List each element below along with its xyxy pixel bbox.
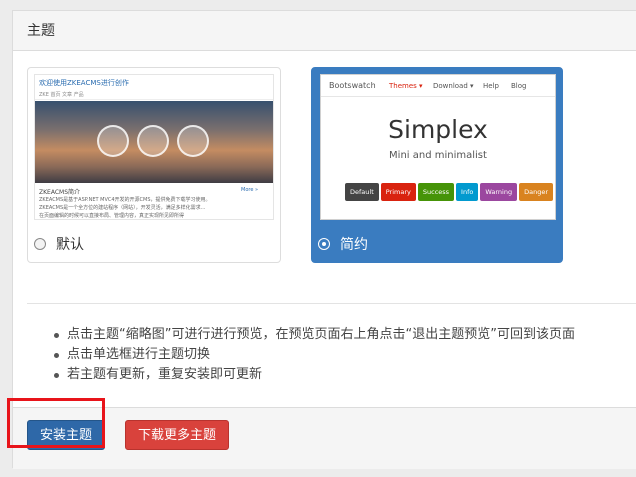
theme-card-default: 欢迎使用ZKEACMS进行创作 ZKE 首页 文章 产品 ZKEACMS简介 M… — [27, 67, 281, 263]
preview-nav-item: Help — [483, 82, 499, 90]
panel-title: 主题 — [13, 11, 636, 51]
section-divider — [27, 303, 636, 304]
preview-nav-item: Download ▾ — [433, 82, 474, 90]
preview-subtitle: Mini and minimalist — [389, 150, 487, 161]
download-more-themes-button[interactable]: 下载更多主题 — [125, 420, 230, 450]
tip-item: 点击单选框进行主题切换 — [54, 345, 575, 365]
theme-card-simplex: Bootswatch Themes ▾ Download ▾ Help Blog… — [311, 67, 563, 263]
theme-name-default: 默认 — [56, 237, 84, 253]
preview-brand: Bootswatch — [329, 81, 376, 90]
preview-title: Simplex — [388, 115, 488, 144]
theme-radio-default[interactable] — [34, 238, 46, 250]
preview-hero-image — [35, 101, 273, 183]
preview-section-title: ZKEACMS简介 — [39, 189, 81, 196]
theme-radio-row-default[interactable]: 默认 — [34, 234, 84, 254]
theme-thumbnail-default[interactable]: 欢迎使用ZKEACMS进行创作 ZKE 首页 文章 产品 ZKEACMS简介 M… — [34, 74, 274, 220]
preview-button-row: Default Primary Success Info Warning Danger — [345, 183, 553, 201]
tip-item: 若主题有更新，重复安装即可更新 — [54, 365, 575, 385]
preview-nav: ZKE 首页 文章 产品 — [35, 90, 273, 100]
theme-name-simplex: 简约 — [340, 237, 368, 253]
preview-button-success: Success — [417, 183, 455, 201]
preview-line: ZKEACMS是一个全方位的建站程序（网站），开发灵活，满足多样化需求... — [39, 205, 206, 211]
preview-button-info: Info — [456, 183, 479, 201]
preview-nav-item: Themes ▾ — [389, 82, 423, 90]
preview-line: ZKEACMS是基于ASP.NET MVC4开发的开源CMS，提供免费下载学习使… — [39, 197, 211, 203]
tip-item: 点击主题“缩略图”可进行进行预览，在预览页面右上角点击“退出主题预览”可回到该页… — [54, 325, 575, 345]
tablet-icon — [137, 125, 169, 157]
preview-navbar: Bootswatch Themes ▾ Download ▾ Help Blog — [321, 75, 555, 97]
tips-list: 点击主题“缩略图”可进行进行预览，在预览页面右上角点击“退出主题预览”可回到该页… — [54, 325, 575, 385]
theme-panel: 主题 欢迎使用ZKEACMS进行创作 ZKE 首页 文章 产品 ZKEACMS简… — [12, 10, 636, 469]
theme-radio-simplex[interactable] — [318, 238, 330, 250]
preview-site-title: 欢迎使用ZKEACMS进行创作 — [39, 79, 129, 87]
preview-button-warning: Warning — [480, 183, 518, 201]
action-bar: 安装主题 下载更多主题 — [13, 407, 636, 469]
preview-nav-item: Blog — [511, 82, 527, 90]
highlight-box — [7, 398, 105, 448]
theme-thumbnail-simplex[interactable]: Bootswatch Themes ▾ Download ▾ Help Blog… — [320, 74, 556, 220]
preview-more-link: More » — [241, 187, 259, 193]
theme-radio-row-simplex[interactable]: 简约 — [318, 234, 368, 254]
preview-button-danger: Danger — [519, 183, 553, 201]
monitor-icon — [97, 125, 129, 157]
preview-button-primary: Primary — [380, 183, 416, 201]
preview-line: 在页面编辑的时候可以直接布局、管理内容，真正实现所见即所得 — [39, 213, 185, 219]
preview-button-default: Default — [345, 183, 379, 201]
devices-icon — [177, 125, 209, 157]
